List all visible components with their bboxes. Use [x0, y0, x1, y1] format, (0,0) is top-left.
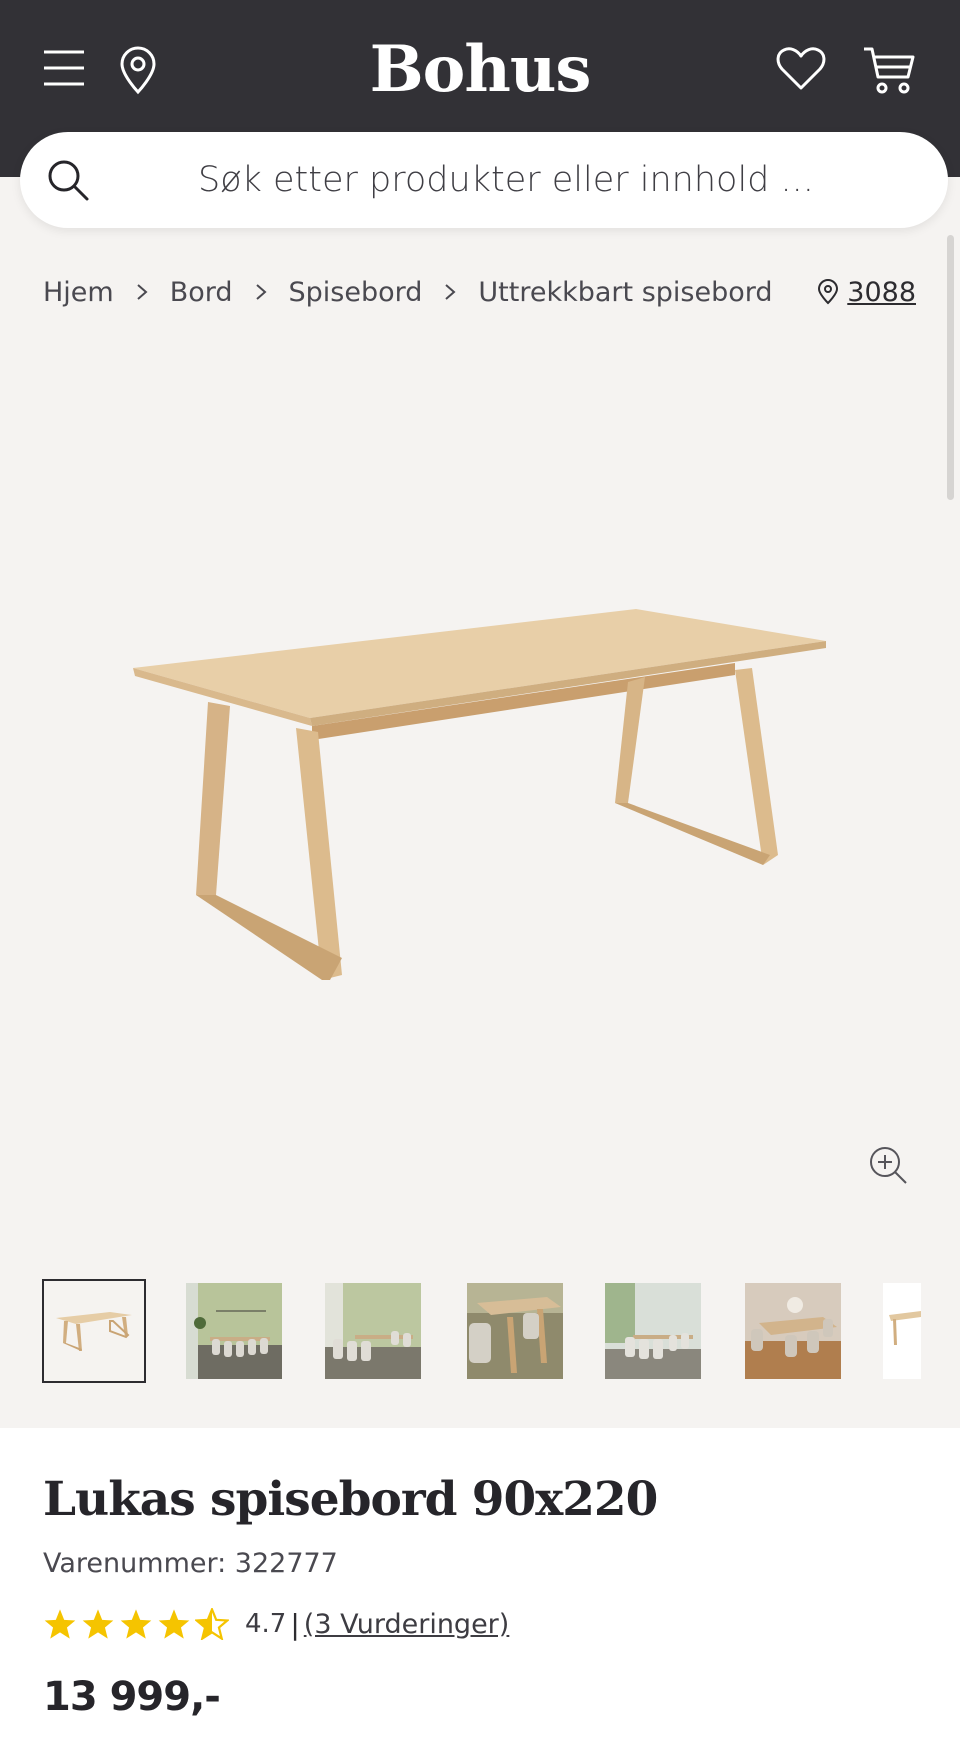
- store-number[interactable]: 3088: [847, 277, 916, 308]
- breadcrumb-item-hjem[interactable]: Hjem: [43, 277, 114, 308]
- rating-stars: [43, 1608, 229, 1640]
- product-sku: Varenummer: 322777: [43, 1548, 338, 1579]
- chevron-right-icon: [255, 284, 267, 300]
- zoom-in-icon[interactable]: [868, 1145, 908, 1185]
- product-info-panel: Lukas spisebord 90x220 Varenummer: 32277…: [0, 1428, 960, 1745]
- rating-separator: |: [290, 1607, 300, 1641]
- product-rating: 4.7 | (3 Vurderinger): [43, 1604, 509, 1644]
- product-price: 13 999,-: [43, 1674, 221, 1720]
- thumbnail-dining-room-green-wall[interactable]: [186, 1283, 282, 1379]
- star-icon: [158, 1609, 190, 1639]
- star-icon: [44, 1609, 76, 1639]
- shopping-cart-icon[interactable]: [862, 45, 916, 95]
- breadcrumb-item-uttrekkbart-spisebord[interactable]: Uttrekkbart spisebord: [478, 277, 772, 308]
- thumbnail-strip: [0, 1279, 960, 1388]
- breadcrumb-item-spisebord[interactable]: Spisebord: [289, 277, 423, 308]
- heart-icon[interactable]: [776, 47, 826, 91]
- breadcrumb: Hjem Bord Spisebord Uttrekkbart spisebor…: [43, 272, 773, 312]
- search-icon[interactable]: [46, 158, 90, 202]
- reviews-link[interactable]: (3 Vurderinger): [304, 1609, 510, 1640]
- search-input[interactable]: Søk etter produkter eller innhold ...: [198, 132, 814, 228]
- half-star-icon: [195, 1608, 229, 1640]
- thumbnail-dining-room-wood-floor[interactable]: [745, 1283, 841, 1379]
- thumbnail-table-cutout-partial[interactable]: [883, 1283, 921, 1379]
- chevron-right-icon: [445, 284, 456, 300]
- thumbnail-dining-room-window[interactable]: [605, 1283, 701, 1379]
- store-selector[interactable]: 3088: [817, 272, 916, 312]
- star-icon: [82, 1609, 114, 1639]
- map-pin-icon: [818, 279, 839, 305]
- thumbnail-table-cutout[interactable]: [42, 1279, 146, 1383]
- chevron-right-icon: [137, 284, 148, 300]
- product-title: Lukas spisebord 90x220: [43, 1472, 658, 1527]
- rating-value: 4.7: [245, 1609, 287, 1639]
- breadcrumb-item-bord[interactable]: Bord: [170, 277, 233, 308]
- oak-dining-table-photo[interactable]: [0, 330, 960, 1260]
- thumbnail-dining-room-green-wall-2[interactable]: [325, 1283, 421, 1379]
- star-icon: [120, 1609, 152, 1639]
- thumbnail-table-closeup-chairs[interactable]: [467, 1283, 563, 1379]
- search-bar[interactable]: Søk etter produkter eller innhold ...: [20, 132, 948, 228]
